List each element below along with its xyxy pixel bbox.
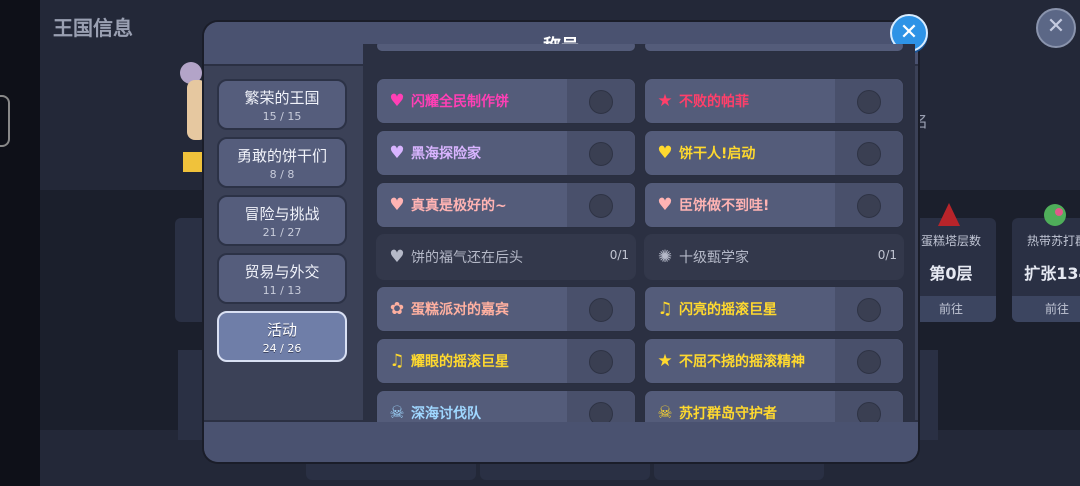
title-text: 十级甄学家 — [679, 250, 749, 266]
heart-icon: ♥ — [389, 91, 405, 111]
title-progress: 0/1 — [609, 248, 629, 262]
category-count: 8 / 8 — [269, 168, 295, 181]
title-row[interactable]: ♥ 闪耀全民制作饼 — [376, 78, 636, 124]
category-name: 繁荣的王国 — [244, 89, 320, 107]
category-count: 15 / 15 — [262, 110, 302, 123]
cake-tower-icon — [938, 203, 960, 226]
category-name: 贸易与外交 — [244, 263, 320, 281]
title-text: 不屈不挠的摇滚精神 — [679, 354, 805, 370]
skull-icon: ☠ — [389, 403, 405, 422]
select-toggle[interactable] — [857, 350, 881, 374]
category-count: 21 / 27 — [262, 226, 302, 239]
heart-icon: ♥ — [657, 195, 673, 215]
select-toggle[interactable] — [589, 90, 613, 114]
category-sidebar: 繁荣的王国 15 / 15 勇敢的饼干们 8 / 8 冒险与挑战 21 / 27… — [214, 72, 354, 422]
title-text: 臣饼做不到哇! — [679, 198, 770, 214]
title-text: 真真是极好的~ — [411, 198, 507, 214]
title-text: 黑海探险家 — [411, 146, 481, 162]
category-name: 活动 — [266, 321, 297, 339]
category-events[interactable]: 活动 24 / 26 — [217, 311, 347, 362]
skull-icon: ☠ — [657, 403, 673, 422]
select-toggle[interactable] — [857, 402, 881, 422]
octopus-icon: ✺ — [657, 247, 673, 267]
category-prosperous-kingdom[interactable]: 繁荣的王国 15 / 15 — [217, 79, 347, 130]
tropical-island-icon — [1044, 204, 1066, 226]
select-toggle[interactable] — [857, 194, 881, 218]
tropical-soda-value: 扩张134 — [1024, 264, 1080, 283]
title-text: 闪亮的摇滚巨星 — [679, 302, 777, 318]
title-text: 闪耀全民制作饼 — [411, 94, 509, 110]
heart-icon: ♥ — [389, 195, 405, 215]
title-text: 蛋糕派对的嘉宾 — [411, 302, 509, 318]
title-row[interactable]: ☠ 深海讨伐队 — [376, 390, 636, 422]
category-count: 24 / 26 — [262, 342, 302, 355]
bezel-notch — [0, 95, 10, 147]
cake-tower-card: 蛋糕塔层数 第0层 前往 — [906, 203, 996, 322]
title-row[interactable]: ★ 不屈不挠的摇滚精神 — [644, 338, 904, 384]
category-count: 11 / 13 — [262, 284, 302, 297]
cake-tower-value: 第0层 — [929, 264, 973, 283]
select-toggle[interactable] — [589, 298, 613, 322]
star-icon: ★ — [657, 351, 673, 371]
select-toggle[interactable] — [589, 350, 613, 374]
category-name: 勇敢的饼干们 — [236, 147, 327, 165]
title-row-partial — [644, 44, 904, 52]
cake-icon: ✿ — [389, 299, 405, 319]
title-row[interactable]: ♥ 真真是极好的~ — [376, 182, 636, 228]
title-row[interactable]: ★ 不败的帕菲 — [644, 78, 904, 124]
category-brave-cookies[interactable]: 勇敢的饼干们 8 / 8 — [217, 137, 347, 188]
title-row[interactable]: ♫ 耀眼的摇滚巨星 — [376, 338, 636, 384]
left-bezel — [0, 0, 40, 486]
category-trade-diplomacy[interactable]: 贸易与外交 11 / 13 — [217, 253, 347, 304]
tropical-soda-goto-button[interactable]: 前往 — [1012, 296, 1080, 322]
cake-tower-goto-button[interactable]: 前往 — [906, 296, 996, 322]
title-text: 饼的福气还在后头 — [411, 250, 523, 266]
title-row[interactable]: ♥ 黑海探险家 — [376, 130, 636, 176]
background-close-button[interactable]: ✕ — [1036, 8, 1076, 48]
title-row-locked: ✺ 十级甄学家 0/1 — [644, 234, 904, 280]
heart-icon: ♥ — [389, 143, 405, 163]
cake-tower-label: 蛋糕塔层数 — [920, 234, 981, 248]
heart-icon: ♥ — [389, 247, 405, 267]
category-name: 冒险与挑战 — [244, 205, 320, 223]
page-title: 王国信息 — [53, 16, 133, 40]
title-text: 深海讨伐队 — [411, 406, 481, 422]
title-text: 苏打群岛守护者 — [679, 406, 777, 422]
star-icon: ★ — [657, 91, 673, 111]
select-toggle[interactable] — [857, 90, 881, 114]
title-row[interactable]: ♫ 闪亮的摇滚巨星 — [644, 286, 904, 332]
select-toggle[interactable] — [857, 142, 881, 166]
title-row[interactable]: ✿ 蛋糕派对的嘉宾 — [376, 286, 636, 332]
select-toggle[interactable] — [857, 298, 881, 322]
select-toggle[interactable] — [589, 142, 613, 166]
music-note-icon: ♫ — [389, 351, 405, 371]
tropical-soda-card: 热带苏打群 扩张134 前往 — [1012, 204, 1080, 322]
heart-icon: ♥ — [657, 143, 673, 163]
title-text: 耀眼的摇滚巨星 — [411, 354, 509, 370]
select-toggle[interactable] — [589, 194, 613, 218]
tropical-soda-label: 热带苏打群 — [1026, 234, 1080, 248]
title-text: 饼干人!启动 — [679, 146, 756, 162]
music-note-icon: ♫ — [657, 299, 673, 319]
modal-footer — [204, 420, 918, 462]
title-row[interactable]: ♥ 饼干人!启动 — [644, 130, 904, 176]
title-progress: 0/1 — [877, 248, 897, 262]
select-toggle[interactable] — [589, 402, 613, 422]
title-row-locked: ♥ 饼的福气还在后头 0/1 — [376, 234, 636, 280]
title-row[interactable]: ☠ 苏打群岛守护者 — [644, 390, 904, 422]
titles-list[interactable]: ♥ 闪耀全民制作饼 ★ 不败的帕菲 ♥ 黑海探险家 ♥ 饼干人!启动 ♥ 真真是… — [363, 44, 915, 422]
title-text: 不败的帕菲 — [679, 94, 749, 110]
crown-icon — [183, 152, 205, 172]
background-card-left — [175, 218, 205, 322]
title-row-partial — [376, 44, 636, 52]
title-row[interactable]: ♥ 臣饼做不到哇! — [644, 182, 904, 228]
close-icon: ✕ — [899, 20, 919, 45]
category-adventure-challenge[interactable]: 冒险与挑战 21 / 27 — [217, 195, 347, 246]
